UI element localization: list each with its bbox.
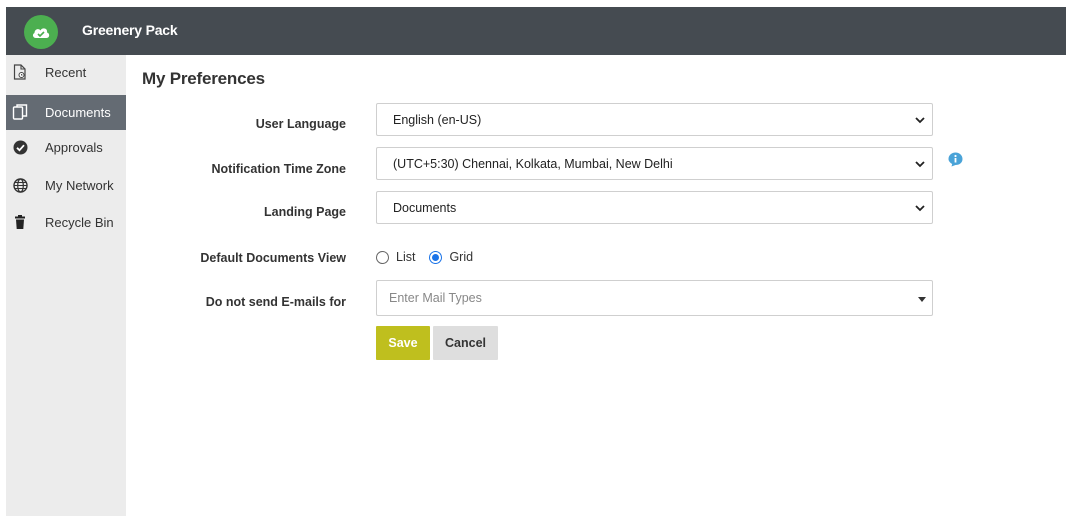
landing-page-value: Documents [393,201,457,215]
globe-icon [12,177,28,193]
info-icon[interactable] [948,152,963,167]
save-button[interactable]: Save [376,326,430,360]
app-title: Greenery Pack [82,22,178,38]
cancel-button[interactable]: Cancel [433,326,498,360]
email-exclusions-placeholder: Enter Mail Types [389,291,482,305]
sidebar-item-label: Recent [45,65,87,80]
caret-down-icon [918,297,926,302]
radio-grid[interactable] [429,250,443,264]
top-bar: Greenery Pack [6,7,1066,55]
radio-list-label: List [396,250,416,264]
chevron-down-icon [915,205,925,212]
user-language-select[interactable]: English (en-US) [376,103,933,136]
check-circle-icon [12,139,28,155]
page-title: My Preferences [142,69,265,88]
email-exclusions-label: Do not send E-mails for [205,295,346,309]
sidebar-item-label: My Network [45,178,114,193]
timezone-label: Notification Time Zone [211,162,347,176]
radio-grid-label: Grid [449,250,474,264]
sidebar-item-approvals[interactable]: Approvals [6,130,126,165]
user-language-value: English (en-US) [393,113,482,127]
landing-page-select[interactable]: Documents [376,191,933,224]
chevron-down-icon [915,117,925,124]
timezone-select[interactable]: (UTC+5:30) Chennai, Kolkata, Mumbai, New… [376,147,933,180]
user-language-label: User Language [255,117,346,131]
chevron-down-icon [915,161,925,168]
default-view-label: Default Documents View [200,251,346,265]
radio-list[interactable] [376,250,389,264]
timezone-value: (UTC+5:30) Chennai, Kolkata, Mumbai, New… [393,157,673,171]
email-exclusions-select[interactable]: Enter Mail Types [376,280,933,316]
cloud-check-icon[interactable] [24,15,58,49]
app-window: Greenery Pack Recent Documents Approvals… [6,7,1066,516]
sidebar-item-label: Approvals [45,140,103,155]
sidebar-item-recent[interactable]: Recent [6,55,126,90]
default-view-radio-group: List Grid [376,248,473,266]
landing-page-label: Landing Page [264,205,346,219]
recent-file-icon [12,64,28,80]
